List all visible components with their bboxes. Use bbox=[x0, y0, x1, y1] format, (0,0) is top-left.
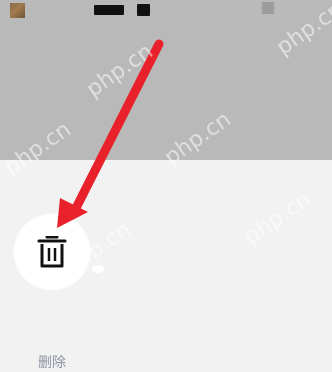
menu-icon[interactable] bbox=[262, 2, 274, 14]
avatar[interactable] bbox=[10, 3, 25, 18]
redacted-name bbox=[94, 5, 124, 15]
chat-header bbox=[0, 0, 332, 22]
action-sheet: 删除 bbox=[0, 160, 332, 371]
delete-button[interactable]: 删除 bbox=[14, 214, 90, 371]
trash-icon bbox=[37, 236, 67, 268]
delete-icon-circle[interactable] bbox=[14, 214, 90, 290]
indicator-dot bbox=[92, 265, 104, 273]
delete-label: 删除 bbox=[38, 355, 66, 371]
dimmed-background[interactable] bbox=[0, 0, 332, 160]
redacted-text bbox=[137, 4, 150, 16]
